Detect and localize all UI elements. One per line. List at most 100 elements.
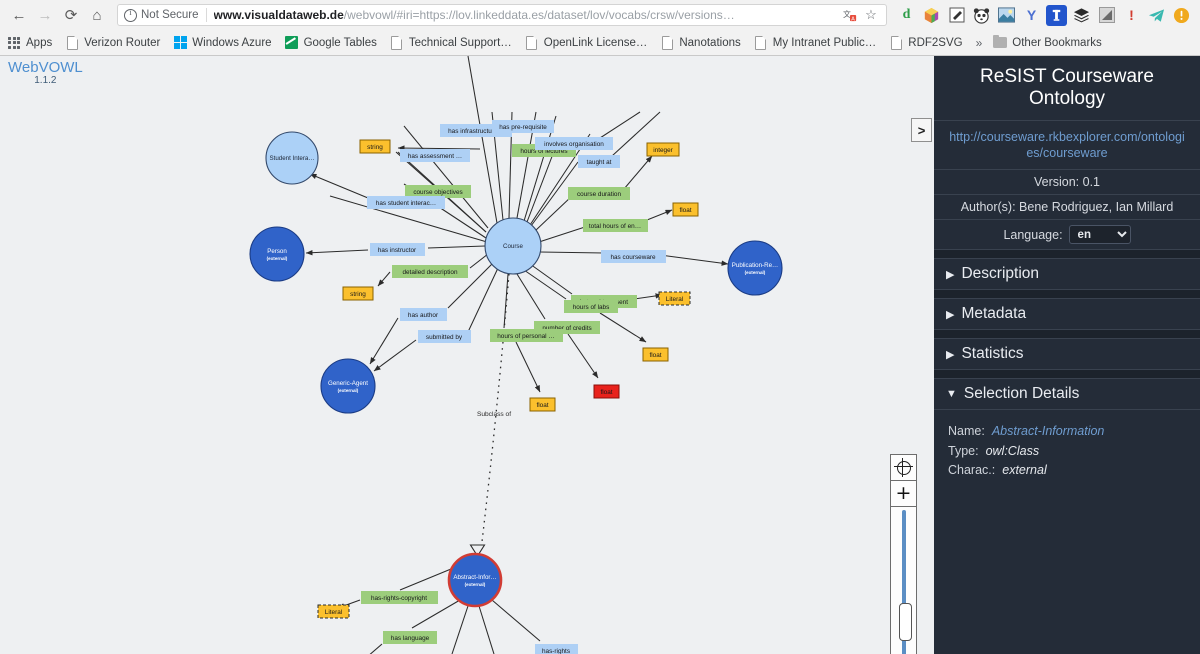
graph-canvas[interactable]: Subclass of Course Student Intera… Perso…: [0, 56, 934, 654]
datatype-float-1[interactable]: float: [672, 202, 699, 217]
bookmark-rdf2svg[interactable]: RDF2SVG: [889, 35, 963, 50]
package-extension-icon[interactable]: [921, 5, 942, 26]
accordion-description[interactable]: ▶ Description: [934, 258, 1200, 291]
bookmark-openlink-license[interactable]: OpenLink License…: [525, 35, 648, 50]
y-extension-icon[interactable]: Y: [1021, 5, 1042, 26]
forward-button[interactable]: →: [32, 2, 58, 28]
property-involves-organisation[interactable]: involves organisation: [535, 137, 613, 150]
edge-line: [377, 271, 391, 287]
details-sidebar: ReSIST Courseware Ontology http://course…: [934, 56, 1200, 654]
ontology-graph[interactable]: Subclass of Course Student Intera… Perso…: [0, 56, 934, 654]
svg-text:A: A: [851, 16, 855, 22]
property-has-language[interactable]: has language: [383, 631, 437, 644]
blue-pin-extension-icon[interactable]: [1046, 4, 1067, 26]
note-edit-extension-icon[interactable]: [946, 5, 967, 26]
node-label: Person: [267, 248, 287, 255]
reload-button[interactable]: ⟳: [58, 2, 84, 28]
datatype-literal-2[interactable]: Literal: [317, 604, 350, 619]
edge-line: [469, 253, 489, 269]
d-extension-icon[interactable]: d: [896, 5, 917, 26]
class-nodes[interactable]: Course Student Intera… Person (external)…: [249, 131, 783, 608]
bookmark-star-icon[interactable]: ☆: [862, 6, 880, 24]
address-bar[interactable]: Not Secure www.visualdataweb.de/webvowl/…: [117, 4, 887, 26]
document-icon: [390, 35, 404, 50]
property-hours-of-personal-study[interactable]: hours of personal …: [490, 329, 563, 342]
telegram-extension-icon[interactable]: [1146, 5, 1167, 26]
triangle-right-icon: ▶: [946, 308, 955, 321]
layers-extension-icon[interactable]: [1071, 5, 1092, 26]
property-labels[interactable]: has infrastructure… has pre-requisite ho…: [361, 120, 666, 654]
node-person[interactable]: Person (external): [249, 226, 305, 282]
edge-line: [399, 568, 452, 591]
datatype-literal-1[interactable]: Literal: [658, 291, 691, 306]
edge-line: [373, 339, 417, 372]
datatype-label: integer: [653, 147, 673, 154]
bookmark-verizon-router[interactable]: Verizon Router: [65, 35, 160, 50]
back-button[interactable]: ←: [6, 2, 32, 28]
datatype-label: float: [649, 352, 661, 359]
selection-name-value[interactable]: Abstract-Information: [992, 422, 1105, 441]
property-has-instructor[interactable]: has instructor: [370, 243, 425, 256]
property-course-duration[interactable]: course duration: [568, 187, 630, 200]
property-detailed-description[interactable]: detailed description: [392, 265, 468, 278]
bookmarks-overflow-chevron[interactable]: »: [976, 36, 983, 50]
accordion-metadata[interactable]: ▶ Metadata: [934, 298, 1200, 331]
property-has-courseware[interactable]: has courseware: [601, 250, 666, 263]
accordion-statistics[interactable]: ▶ Statistics: [934, 338, 1200, 371]
property-has-student-interaction[interactable]: has student interac…: [367, 196, 445, 209]
datatype-float-3[interactable]: float: [529, 397, 556, 412]
selection-type-key: Type:: [948, 443, 979, 458]
bookmark-apps[interactable]: Apps: [7, 36, 52, 50]
node-generic-agent[interactable]: Generic-Agent (external): [320, 358, 376, 414]
grey-square-extension-icon[interactable]: [1096, 5, 1117, 26]
zoom-slider-thumb[interactable]: [898, 603, 912, 641]
selection-type-value: owl:Class: [985, 443, 1040, 458]
property-submitted-by[interactable]: submitted by: [418, 330, 471, 343]
node-abstract-information[interactable]: Abstract-Infor… (external): [447, 552, 503, 608]
property-has-rights-copyright[interactable]: has-rights-copyright: [361, 591, 438, 604]
datatype-nodes[interactable]: string integer float Literal string floa…: [317, 139, 699, 654]
datatype-float-red[interactable]: float: [593, 384, 620, 399]
node-course[interactable]: Course: [484, 217, 542, 275]
zoom-in-button[interactable]: +: [891, 481, 916, 507]
node-publication-reference[interactable]: Publication-Re… (external): [727, 240, 783, 296]
property-has-rights[interactable]: has-rights: [535, 644, 578, 654]
bookmark-nanotations[interactable]: Nanotations: [660, 35, 741, 50]
translate-icon[interactable]: 文A: [841, 6, 859, 24]
datatype-string-1[interactable]: string: [359, 139, 391, 154]
language-select[interactable]: en: [1068, 225, 1131, 245]
property-total-hours-of-enrolment[interactable]: total hours of en…: [583, 219, 648, 232]
edge-line: [659, 254, 729, 266]
property-label: has language: [391, 635, 430, 642]
panda-extension-icon[interactable]: [971, 5, 992, 26]
datatype-float-2[interactable]: float: [642, 347, 669, 362]
edge-line: [369, 317, 399, 365]
property-has-author[interactable]: has author: [400, 308, 447, 321]
bookmark-label: OpenLink License…: [543, 36, 648, 49]
home-button[interactable]: ⌂: [84, 2, 110, 28]
datatype-integer[interactable]: integer: [646, 142, 680, 157]
property-hours-of-labs[interactable]: hours of labs: [564, 300, 618, 313]
property-has-assessment[interactable]: has assessment …: [400, 149, 470, 162]
datatype-string-2[interactable]: string: [342, 286, 374, 301]
bookmark-technical-support[interactable]: Technical Support…: [390, 35, 512, 50]
sidebar-toggle-button[interactable]: >: [911, 118, 932, 142]
orange-alert-extension-icon[interactable]: [1171, 5, 1192, 26]
exclamation-extension-icon[interactable]: !: [1121, 5, 1142, 26]
info-icon: [124, 7, 137, 22]
zoom-control[interactable]: + −: [890, 454, 917, 654]
property-taught-at[interactable]: taught at: [578, 155, 620, 168]
bookmark-label: My Intranet Public…: [772, 36, 877, 49]
ontology-iri-link[interactable]: http://courseware.rkbexplorer.com/ontolo…: [934, 121, 1200, 171]
security-status[interactable]: Not Secure: [124, 7, 199, 22]
reset-view-icon[interactable]: [891, 455, 916, 481]
bookmark-google-tables[interactable]: Google Tables: [285, 36, 377, 50]
accordion-selection-details[interactable]: ▼ Selection Details: [934, 378, 1200, 411]
bookmark-windows-azure[interactable]: Windows Azure: [173, 35, 272, 50]
bookmark-my-intranet-public[interactable]: My Intranet Public…: [754, 35, 877, 50]
bookmark-other-bookmarks[interactable]: Other Bookmarks: [993, 34, 1102, 50]
zoom-slider[interactable]: [891, 507, 916, 654]
image-extension-icon[interactable]: [996, 5, 1017, 26]
property-has-prerequisite[interactable]: has pre-requisite: [492, 120, 554, 133]
node-student-interaction[interactable]: Student Intera…: [265, 131, 319, 185]
